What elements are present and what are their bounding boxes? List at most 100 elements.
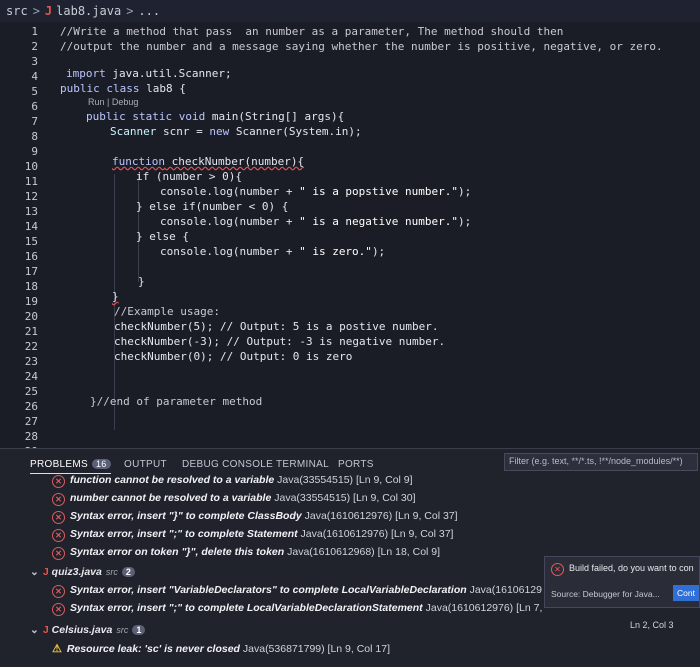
problem-row[interactable]: ✕ Syntax error on token "}", delete this … <box>52 546 440 560</box>
code-line-1[interactable]: //Write a method that pass an number as … <box>60 25 563 38</box>
tab-ports[interactable]: PORTS <box>338 459 374 470</box>
code-line-20[interactable]: checkNumber(5); // Output: 5 is a postiv… <box>114 320 439 333</box>
code-line-9[interactable]: function checkNumber(number){ <box>112 155 304 168</box>
code-line-2[interactable]: //output the number and a message saying… <box>60 40 663 53</box>
problem-row[interactable]: ✕ Syntax error, insert ";" to complete St… <box>52 528 453 542</box>
tab-debug-console[interactable]: DEBUG CONSOLE <box>182 459 273 470</box>
run-debug-codelens[interactable]: Run | Debug <box>88 97 138 107</box>
type-name: Scanner <box>110 125 157 138</box>
group-count-badge: 1 <box>132 625 146 635</box>
code-line-13[interactable]: console.log(number + " is a negative num… <box>160 215 471 228</box>
tab-output[interactable]: OUTPUT <box>124 459 167 470</box>
line-number: 27 <box>24 415 38 428</box>
problem-row[interactable]: ✕ function cannot be resolved to a variab… <box>52 474 413 488</box>
code-line-14[interactable]: } else { <box>136 230 189 243</box>
problem-message: Resource leak: 'sc' is never closed <box>66 643 240 655</box>
line-number: 6 <box>31 100 38 113</box>
code-line-21[interactable]: checkNumber(-3); // Output: -3 is negati… <box>114 335 445 348</box>
cursor-position[interactable]: Ln 2, Col 3 <box>630 620 674 630</box>
problem-location: Java(1610612968) [Ln 18, Col 9] <box>284 546 441 558</box>
breadcrumb-symbol[interactable]: ... <box>138 4 160 18</box>
line-number: 21 <box>24 325 38 338</box>
code-line-17[interactable]: } <box>138 275 145 288</box>
code-line-11[interactable]: console.log(number + " is a popstive num… <box>160 185 471 198</box>
group-count-badge: 2 <box>121 567 135 577</box>
line-number: 4 <box>31 70 38 83</box>
group-file-name: Celsius.java <box>51 624 113 636</box>
line-number: 17 <box>24 265 38 278</box>
tab-problems[interactable]: PROBLEMS 16 <box>30 459 111 474</box>
line-number: 9 <box>31 145 38 158</box>
code-text: scnr = <box>156 125 210 138</box>
line-number: 2 <box>31 40 38 53</box>
code-line-15[interactable]: console.log(number + " is zero."); <box>160 245 385 258</box>
line-number: 10 <box>24 160 38 173</box>
line-number: 14 <box>24 220 38 233</box>
code-text: ); <box>458 215 472 228</box>
warning-icon: ⚠ <box>52 643 62 655</box>
breadcrumb: src > J lab8.java > ... <box>0 0 700 22</box>
error-icon: ✕ <box>551 563 564 576</box>
problems-filter-input[interactable]: Filter (e.g. text, **/*.ts, !**/node_mod… <box>504 453 698 471</box>
line-number: 20 <box>24 310 38 323</box>
string-literal: " is zero." <box>299 245 372 258</box>
problem-message: Syntax error, insert "}" to complete Cla… <box>70 510 302 522</box>
problem-message: number cannot be resolved to a variable <box>70 492 272 504</box>
keyword: public static void <box>86 110 206 123</box>
error-icon: ✕ <box>52 475 65 488</box>
notification-message: ✕ Build failed, do you want to con <box>551 563 694 576</box>
problem-location: Java(536871799) [Ln 9, Col 17] <box>239 643 390 655</box>
code-line-5[interactable]: public class lab8 { <box>60 82 186 95</box>
keyword: public class <box>60 82 140 95</box>
code-editor[interactable]: 1 2 3 4 5 6 7 8 9 10 11 12 13 14 15 16 17 18 19 20 21 22 23 24 2… <box>0 22 700 458</box>
keyword: new <box>209 125 230 138</box>
code-line-18[interactable]: } <box>112 290 119 303</box>
continue-button[interactable]: Cont <box>673 585 699 601</box>
code-text: ); <box>371 245 386 258</box>
code-text: lab8 { <box>139 82 186 95</box>
problem-message: Syntax error, insert ";" to complete Loc… <box>70 602 423 614</box>
line-number-gutter: 1 2 3 4 5 6 7 8 9 10 11 12 13 14 15 16 17 18 19 20 21 22 23 24 2… <box>0 22 46 458</box>
problem-row[interactable]: ✕ Syntax error, insert "VariableDeclarato… <box>52 584 542 598</box>
code-text: java.util.Scanner; <box>105 67 232 80</box>
line-number: 25 <box>24 385 38 398</box>
indent-guide <box>138 174 139 282</box>
problem-row[interactable]: ✕ Syntax error, insert "}" to complete Cl… <box>52 510 458 524</box>
problem-row[interactable]: ✕ number cannot be resolved to a variable… <box>52 492 416 506</box>
problem-row[interactable]: ✕ Syntax error, insert ";" to complete Lo… <box>52 602 542 616</box>
problem-location: Java(1610612976) [Ln 7, Col <box>425 602 542 614</box>
code-line-10[interactable]: if (number > 0){ <box>136 170 242 183</box>
problem-row[interactable]: ⚠ Resource leak: 'sc' is never closed Jav… <box>52 642 390 655</box>
group-file-name: quiz3.java <box>51 566 102 578</box>
problem-message: Syntax error on token "}", delete this t… <box>70 546 285 558</box>
line-number: 19 <box>24 295 38 308</box>
line-number: 8 <box>31 130 38 143</box>
code-line-19[interactable]: //Example usage: <box>114 305 220 318</box>
breadcrumb-folder[interactable]: src <box>6 4 28 18</box>
error-icon: ✕ <box>52 493 65 506</box>
code-line-25[interactable]: }//end of parameter method <box>90 395 262 408</box>
problem-group-celsius[interactable]: ⌄ J Celsius.java src 1 <box>30 624 146 636</box>
problem-message: Syntax error, insert ";" to complete Sta… <box>70 528 298 540</box>
chevron-down-icon: ⌄ <box>30 624 39 636</box>
java-file-icon: J <box>44 4 53 18</box>
code-line-22[interactable]: checkNumber(0); // Output: 0 is zero <box>114 350 352 363</box>
code-text: console.log(number + <box>160 185 300 198</box>
code-line-4[interactable]: import java.util.Scanner; <box>66 67 232 80</box>
java-file-icon: J <box>42 566 49 578</box>
tab-terminal[interactable]: TERMINAL <box>276 459 329 470</box>
build-failed-notification: ✕ Build failed, do you want to con Source… <box>544 556 700 608</box>
problem-location: Java(1610612976) [Ln 9, Col 37] <box>301 510 458 522</box>
problem-group-quiz3[interactable]: ⌄ Jquiz3.java src 2 <box>30 566 135 578</box>
code-text: console.log(number + <box>160 245 300 258</box>
error-icon: ✕ <box>52 603 65 616</box>
breadcrumb-file[interactable]: lab8.java <box>56 4 121 18</box>
line-number: 11 <box>24 175 38 188</box>
code-line-7[interactable]: Scanner scnr = new Scanner(System.in); <box>110 125 362 138</box>
code-line-6[interactable]: public static void main(String[] args){ <box>86 110 344 123</box>
chevron-right-icon: > <box>126 4 134 18</box>
chevron-right-icon: > <box>32 4 40 18</box>
line-number: 15 <box>24 235 38 248</box>
code-line-12[interactable]: } else if(number < 0) { <box>136 200 288 213</box>
code-text: main(String[] args){ <box>205 110 345 123</box>
